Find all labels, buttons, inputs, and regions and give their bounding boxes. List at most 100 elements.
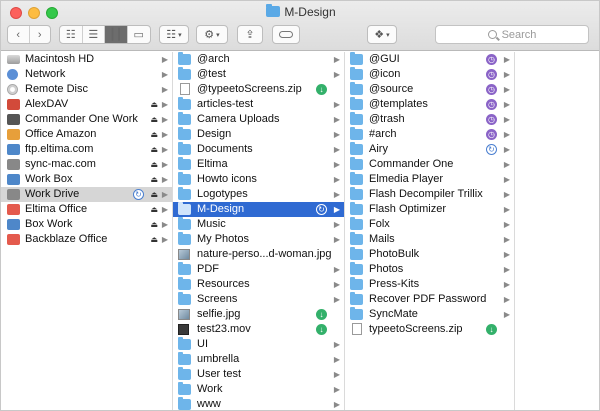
- list-item[interactable]: PhotoBulk ▶: [345, 247, 514, 262]
- tags-button[interactable]: [272, 25, 300, 44]
- cover-flow-button[interactable]: ▭: [128, 26, 150, 43]
- list-item[interactable]: @templates ◷ ▶: [345, 97, 514, 112]
- list-item[interactable]: @trash ◷ ▶: [345, 112, 514, 127]
- list-item[interactable]: typeetoScreens.zip ↓: [345, 322, 514, 337]
- disclosure-arrow-icon: ▶: [503, 70, 510, 79]
- item-label: My Photos: [197, 233, 249, 245]
- list-item[interactable]: test23.mov ↓: [173, 322, 344, 337]
- list-item[interactable]: Work ▶: [173, 382, 344, 397]
- list-item[interactable]: UI ▶: [173, 337, 344, 352]
- list-item[interactable]: Airy ↻ ▶: [345, 142, 514, 157]
- list-item[interactable]: www ▶: [173, 397, 344, 410]
- eject-icon[interactable]: ⏏: [150, 127, 158, 142]
- eject-icon[interactable]: ⏏: [150, 217, 158, 232]
- list-item[interactable]: Mails ▶: [345, 232, 514, 247]
- list-item[interactable]: nature-perso...d-woman.jpg: [173, 247, 344, 262]
- eject-icon[interactable]: ⏏: [150, 187, 158, 202]
- list-item[interactable]: @typeetoScreens.zip ↓: [173, 82, 344, 97]
- list-item[interactable]: Flash Decompiler Trillix ▶: [345, 187, 514, 202]
- list-item[interactable]: @GUI ◷ ▶: [345, 52, 514, 67]
- list-item[interactable]: Commander One ▶: [345, 157, 514, 172]
- list-item[interactable]: User test ▶: [173, 367, 344, 382]
- item-label: PhotoBulk: [369, 248, 420, 260]
- list-item[interactable]: @icon ◷ ▶: [345, 67, 514, 82]
- sidebar-location-item[interactable]: Backblaze Office ⏏ ▶: [1, 232, 172, 247]
- list-item[interactable]: @source ◷ ▶: [345, 82, 514, 97]
- sidebar-location-item[interactable]: Network ▶: [1, 67, 172, 82]
- eject-icon[interactable]: ⏏: [150, 142, 158, 157]
- disclosure-arrow-icon: ▶: [333, 190, 340, 199]
- list-item[interactable]: @test ▶: [173, 67, 344, 82]
- list-item[interactable]: M-Design ↻ ▶: [173, 202, 344, 217]
- disclosure-arrow-icon: ▶: [503, 295, 510, 304]
- sidebar-location-item[interactable]: Office Amazon ⏏ ▶: [1, 127, 172, 142]
- work-drive-column[interactable]: @arch ▶ @test ▶ @typeetoScreens.zip ↓ articles…: [173, 52, 345, 410]
- sidebar-location-item[interactable]: Work Drive ↻ ⏏ ▶: [1, 187, 172, 202]
- list-item[interactable]: Elmedia Player ▶: [345, 172, 514, 187]
- list-item[interactable]: selfie.jpg ↓: [173, 307, 344, 322]
- eject-icon[interactable]: ⏏: [150, 232, 158, 247]
- column-view-button[interactable]: ┃┃: [105, 26, 128, 43]
- sidebar-location-item[interactable]: Work Box ⏏ ▶: [1, 172, 172, 187]
- eject-icon[interactable]: ⏏: [150, 172, 158, 187]
- sync-pending-icon: ◷: [486, 69, 497, 80]
- list-item[interactable]: Recover PDF Password ▶: [345, 292, 514, 307]
- back-button[interactable]: ‹: [8, 26, 30, 43]
- dropbox-button[interactable]: ❖ ▾: [367, 25, 397, 44]
- eject-icon[interactable]: ⏏: [150, 202, 158, 217]
- sidebar-location-item[interactable]: Remote Disc ▶: [1, 82, 172, 97]
- item-label: Work: [197, 383, 223, 395]
- list-item[interactable]: Camera Uploads ▶: [173, 112, 344, 127]
- share-button[interactable]: ⇪: [237, 25, 263, 44]
- location-label: Macintosh HD: [25, 53, 95, 65]
- empty-column[interactable]: [515, 52, 599, 410]
- list-item[interactable]: #arch ◷ ▶: [345, 127, 514, 142]
- list-item[interactable]: articles-test ▶: [173, 97, 344, 112]
- list-item[interactable]: Logotypes ▶: [173, 187, 344, 202]
- list-item[interactable]: Eltima ▶: [173, 157, 344, 172]
- sidebar-location-item[interactable]: Box Work ⏏ ▶: [1, 217, 172, 232]
- action-button[interactable]: ⚙ ▾: [196, 25, 228, 44]
- location-label: Network: [25, 68, 66, 80]
- folder-icon: [350, 217, 363, 230]
- backblaze-server-icon: [7, 234, 20, 245]
- disclosure-arrow-icon: ▶: [333, 205, 340, 214]
- icon-view-button[interactable]: ☷: [60, 26, 83, 43]
- list-item[interactable]: Screens ▶: [173, 292, 344, 307]
- list-item[interactable]: Music ▶: [173, 217, 344, 232]
- list-item[interactable]: Documents ▶: [173, 142, 344, 157]
- list-item[interactable]: Howto icons ▶: [173, 172, 344, 187]
- sidebar-location-item[interactable]: sync-mac.com ⏏ ▶: [1, 157, 172, 172]
- eject-icon[interactable]: ⏏: [150, 97, 158, 112]
- folder-icon: [178, 127, 191, 140]
- disclosure-arrow-icon: ▶: [503, 265, 510, 274]
- eject-icon[interactable]: ⏏: [150, 157, 158, 172]
- list-item[interactable]: umbrella ▶: [173, 352, 344, 367]
- list-item[interactable]: @arch ▶: [173, 52, 344, 67]
- disclosure-arrow-icon: ▶: [503, 175, 510, 184]
- forward-button[interactable]: ›: [30, 26, 51, 43]
- sidebar-location-item[interactable]: Commander One Work ⏏ ▶: [1, 112, 172, 127]
- list-view-button[interactable]: ☰: [83, 26, 105, 43]
- eject-icon[interactable]: ⏏: [150, 112, 158, 127]
- list-item[interactable]: PDF ▶: [173, 262, 344, 277]
- m-design-column[interactable]: @GUI ◷ ▶ @icon ◷ ▶ @source ◷ ▶ @templates ◷ ▶ @trash…: [345, 52, 515, 410]
- sidebar-location-item[interactable]: AlexDAV ⏏ ▶: [1, 97, 172, 112]
- list-item[interactable]: My Photos ▶: [173, 232, 344, 247]
- list-item[interactable]: Photos ▶: [345, 262, 514, 277]
- sync-status-icon: ↻: [486, 144, 497, 155]
- sidebar-location-item[interactable]: ftp.eltima.com ⏏ ▶: [1, 142, 172, 157]
- list-item[interactable]: Flash Optimizer ▶: [345, 202, 514, 217]
- search-input[interactable]: Search: [435, 25, 589, 44]
- list-item[interactable]: Press-Kits ▶: [345, 277, 514, 292]
- disclosure-arrow-icon: ▶: [333, 235, 340, 244]
- server-icon: [7, 114, 20, 125]
- list-item[interactable]: Design ▶: [173, 127, 344, 142]
- list-item[interactable]: Resources ▶: [173, 277, 344, 292]
- list-item[interactable]: Folx ▶: [345, 217, 514, 232]
- locations-column[interactable]: Macintosh HD ▶ Network ▶ Remote Disc ▶ AlexDAV…: [1, 52, 173, 410]
- list-item[interactable]: SyncMate ▶: [345, 307, 514, 322]
- sidebar-location-item[interactable]: Eltima Office ⏏ ▶: [1, 202, 172, 217]
- sidebar-location-item[interactable]: Macintosh HD ▶: [1, 52, 172, 67]
- arrange-button[interactable]: ☷ ▾: [159, 25, 189, 44]
